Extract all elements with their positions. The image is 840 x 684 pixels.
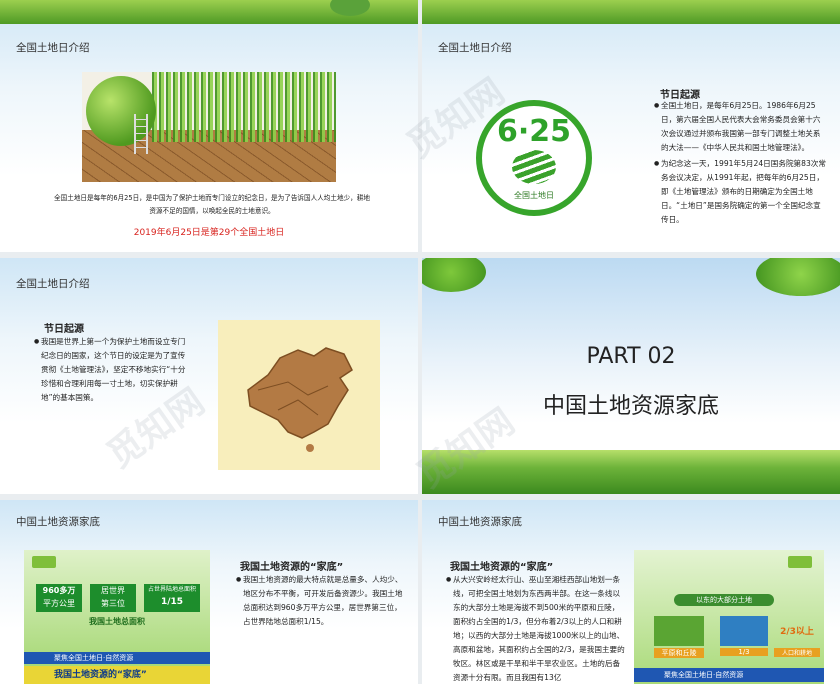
- china-map-icon: [247, 347, 353, 452]
- slide-title: 全国土地日介绍: [16, 278, 90, 290]
- slide-title: 全国土地日介绍: [438, 42, 512, 54]
- logo-text: 全国土地日: [514, 191, 554, 200]
- china-map-image: [218, 320, 380, 470]
- stat-box: 居世界 第三位: [90, 584, 136, 612]
- bullet-item: 从大兴安岭经太行山、巫山至湘桂西部山地划一条线，可把全国土地划为东西两半部。在这…: [446, 573, 626, 684]
- land-day-logo: 6·25 全国土地日: [476, 100, 592, 216]
- highlight-text: 2019年6月25日是第29个全国土地日: [133, 228, 285, 238]
- image-caption: 以东的大部分土地: [674, 594, 774, 606]
- tv-news-image: 以东的大部分土地 平原和丘陵 1/3 2/3以上 人口和耕地 聚焦全国土地日·自…: [634, 550, 824, 684]
- slide-5[interactable]: 中国土地资源家底 960多万 平方公里 居世界 第三位 占世界陆地总面积 1/1…: [0, 500, 418, 684]
- part-label: PART 02: [586, 344, 676, 369]
- stat-unit: 平方公里: [43, 599, 75, 608]
- bullet-item: 我国是世界上第一个为保护土地而设立专门纪念日的国家，这个节日的设定是为了宣传贯彻…: [34, 335, 190, 405]
- slide-6[interactable]: 中国土地资源家底 我国土地资源的“家底” 从大兴安岭经太行山、巫山至湘桂西部山地…: [422, 500, 840, 684]
- bullet-list: 我国土地资源的最大特点就是总量多、人均少、地区分布不平衡，可开发后备资源少。我国…: [236, 573, 406, 629]
- bullet-list: 我国是世界上第一个为保护土地而设立专门纪念日的国家，这个节日的设定是为了宣传贯彻…: [34, 335, 190, 405]
- bullet-list: 全国土地日，是每年6月25日。1986年6月25日，第六届全国人民代表大会常务委…: [654, 99, 828, 227]
- news-ticker: 聚焦全国土地日·自然资源: [24, 652, 210, 664]
- section-heading: 我国土地资源的“家底”: [240, 562, 344, 573]
- news-ticker: 聚焦全国土地日·自然资源: [634, 668, 824, 682]
- stat-unit: 1/15: [160, 597, 184, 607]
- slide-title: 全国土地日介绍: [16, 42, 90, 54]
- stat-value: 960多万: [42, 586, 76, 595]
- globe-icon: [512, 150, 556, 184]
- channel-logo-icon: [788, 556, 812, 568]
- grass-strip: [422, 0, 840, 24]
- news-banner: 我国土地资源的“家底”: [24, 666, 210, 684]
- slide-title: 中国土地资源家底: [16, 516, 100, 528]
- bullet-list: 从大兴安岭经太行山、巫山至湘桂西部山地划一条线，可把全国土地划为东西两半部。在这…: [446, 573, 626, 684]
- section-heading: 节日起源: [44, 324, 84, 335]
- image-caption: 我国土地总面积: [89, 617, 145, 626]
- slide-4[interactable]: PART 02 中国土地资源家底: [422, 258, 840, 494]
- stat-value: 居世界: [101, 586, 125, 595]
- grass-strip: [422, 450, 840, 494]
- stat-label: 平原和丘陵: [654, 648, 704, 658]
- stat-label: 1/3: [720, 648, 768, 656]
- bullet-item: 我国土地资源的最大特点就是总量多、人均少、地区分布不平衡，可开发后备资源少。我国…: [236, 573, 406, 629]
- stat-box: [654, 616, 704, 646]
- stat-value: 2/3以上: [780, 627, 814, 637]
- stat-box: 占世界陆地总面积 1/15: [144, 584, 200, 612]
- slide-3[interactable]: 全国土地日介绍 节日起源 我国是世界上第一个为保护土地而设立专门纪念日的国家，这…: [0, 258, 418, 494]
- bullet-item: 为纪念这一天，1991年5月24日国务院第83次常务会议决定，从1991年起，把…: [654, 157, 828, 227]
- intro-paragraph: 全国土地日是每年的6月25日，是中国为了保护土地而专门设立的纪念日，是为了告诉国…: [54, 194, 370, 215]
- leaves-right-icon: [756, 258, 840, 296]
- leaves-left-icon: [422, 258, 486, 292]
- bullet-item: 全国土地日，是每年6月25日。1986年6月25日，第六届全国人民代表大会常务委…: [654, 99, 828, 155]
- logo-number: 6·25: [496, 114, 572, 149]
- channel-logo-icon: [32, 556, 56, 568]
- slide-title: 中国土地资源家底: [438, 516, 522, 528]
- section-heading: 我国土地资源的“家底”: [450, 562, 554, 573]
- stat-value: 占世界陆地总面积: [147, 586, 196, 593]
- section-title: 中国土地资源家底: [542, 394, 719, 419]
- stat-box: 960多万 平方公里: [36, 584, 82, 612]
- stat-label: 人口和耕地: [774, 648, 820, 657]
- stat-unit: 第三位: [101, 599, 125, 608]
- tv-news-image: 960多万 平方公里 居世界 第三位 占世界陆地总面积 1/15 我国土地总面积…: [24, 550, 210, 684]
- slide-1[interactable]: 全国土地日介绍 全国土地日是每年的6月25日，是中国为了保护土地而专门设立的纪念…: [0, 0, 418, 252]
- stat-box: [720, 616, 768, 646]
- earth-grass-image: [82, 72, 336, 182]
- slide-2[interactable]: 全国土地日介绍 6·25 全国土地日 节日起源 全国土地日，是每年6月25日。1…: [422, 0, 840, 252]
